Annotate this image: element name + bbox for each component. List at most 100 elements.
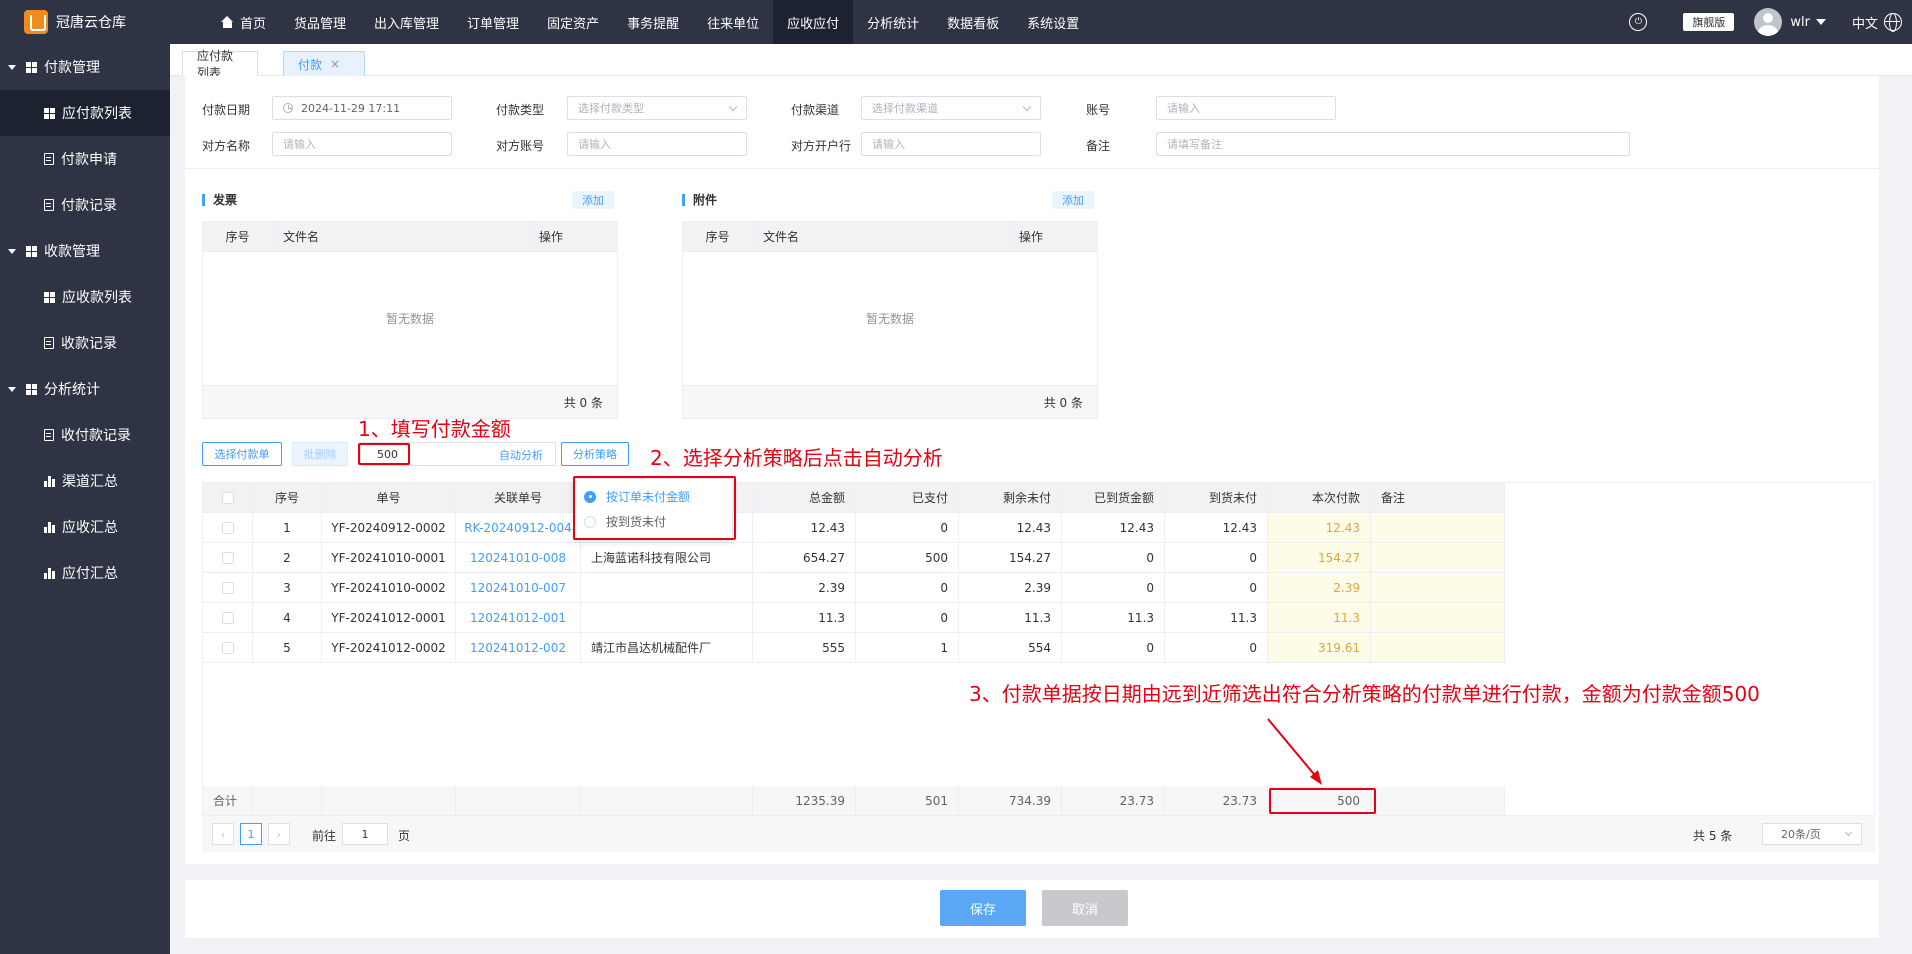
nav-inout[interactable]: 出入库管理 <box>360 0 453 44</box>
grid-icon <box>26 383 37 395</box>
sidebar-item-payable-summary[interactable]: 应付汇总 <box>0 550 170 596</box>
sidebar-group-analysis[interactable]: 分析统计 <box>0 366 170 412</box>
account-input[interactable]: 请输入 <box>1156 96 1336 120</box>
sidebar-item-payment-request[interactable]: 付款申请 <box>0 136 170 182</box>
invoice-empty: 暂无数据 <box>203 252 617 386</box>
nav-reminders[interactable]: 事务提醒 <box>613 0 693 44</box>
cp-bank-input[interactable]: 请输入 <box>861 132 1041 156</box>
sidebar-item-payment-records[interactable]: 付款记录 <box>0 182 170 228</box>
chevron-down-icon <box>1844 828 1853 837</box>
row-checkbox[interactable] <box>221 581 234 594</box>
row-checkbox[interactable] <box>221 641 234 654</box>
clock-icon <box>283 103 293 113</box>
app-logo[interactable]: 冠唐云仓库 <box>0 0 170 44</box>
cp-account-input[interactable]: 请输入 <box>567 132 747 156</box>
related-order-link[interactable]: 120241010-007 <box>456 573 581 603</box>
remark-cell[interactable] <box>1371 633 1505 663</box>
related-order-link[interactable]: 120241010-008 <box>456 543 581 573</box>
pay-date-input[interactable]: 2024-11-29 17:11 <box>272 96 452 120</box>
bar-chart-icon <box>44 521 55 533</box>
nav-receivable-payable[interactable]: 应收应付 <box>773 0 854 44</box>
sidebar-group-receipt[interactable]: 收款管理 <box>0 228 170 274</box>
row-checkbox[interactable] <box>221 521 234 534</box>
user-name[interactable]: wlr <box>1790 15 1810 30</box>
table-row[interactable]: 4 YF-20241012-0001 120241012-001 11.3 0 … <box>203 603 1505 633</box>
table-row[interactable]: 2 YF-20241010-0001 120241010-008 上海蓝诺科技有… <box>203 543 1505 573</box>
tab-payment[interactable]: 付款 × <box>283 51 365 76</box>
invoice-title: 发票 <box>202 194 237 206</box>
goto-page-input[interactable]: 1 <box>342 823 388 845</box>
this-payment-cell[interactable]: 2.39 <box>1268 573 1371 603</box>
table-row[interactable]: 5 YF-20241012-0002 120241012-002 靖江市昌达机械… <box>203 633 1505 663</box>
remark-cell[interactable] <box>1371 603 1505 633</box>
attachment-total: 共 0 条 <box>683 386 1097 418</box>
annotation-box-strategy <box>573 476 736 540</box>
prev-page-button[interactable]: ‹ <box>212 823 234 845</box>
cp-bank-label: 对方开户行 <box>791 139 852 153</box>
related-order-link[interactable]: 120241012-002 <box>456 633 581 663</box>
this-payment-cell[interactable]: 11.3 <box>1268 603 1371 633</box>
nav-goods[interactable]: 货品管理 <box>280 0 360 44</box>
avatar[interactable] <box>1754 8 1783 36</box>
pay-type-select[interactable]: 选择付款类型 <box>567 96 747 120</box>
remark-cell[interactable] <box>1371 513 1505 543</box>
attachment-table: 序号 文件名 操作 暂无数据 共 0 条 <box>682 221 1098 419</box>
pay-channel-select[interactable]: 选择付款渠道 <box>861 96 1041 120</box>
grid-icon <box>26 245 37 257</box>
next-page-button[interactable]: › <box>268 823 290 845</box>
remark-cell[interactable] <box>1371 573 1505 603</box>
nav-analysis[interactable]: 分析统计 <box>853 0 933 44</box>
tab-payable-list[interactable]: 应付款列表 <box>182 49 258 80</box>
nav-assets[interactable]: 固定资产 <box>533 0 613 44</box>
chevron-down-icon <box>1022 102 1032 112</box>
caret-down-icon <box>8 386 16 392</box>
sidebar-group-payment[interactable]: 付款管理 <box>0 44 170 90</box>
top-bar: 冠唐云仓库 首页 货品管理 出入库管理 订单管理 固定资产 事务提醒 往来单位 … <box>0 0 1912 44</box>
sidebar-item-receipt-records[interactable]: 收款记录 <box>0 320 170 366</box>
sidebar-item-receivable-list[interactable]: 应收款列表 <box>0 274 170 320</box>
this-payment-cell[interactable]: 12.43 <box>1268 513 1371 543</box>
language-switch[interactable]: 中文 <box>1852 13 1878 32</box>
table-row[interactable]: 1 YF-20240912-0002 RK-20240912-004 12.43… <box>203 513 1505 543</box>
attachment-add-button[interactable]: 添加 <box>1052 191 1094 209</box>
save-button[interactable]: 保存 <box>940 890 1026 926</box>
invoice-add-button[interactable]: 添加 <box>572 191 614 209</box>
nav-settings[interactable]: 系统设置 <box>1013 0 1093 44</box>
sidebar-item-payable-list[interactable]: 应付款列表 <box>0 90 170 136</box>
power-icon[interactable]: ⏻ <box>1629 13 1648 31</box>
counterparty-input[interactable]: 请输入 <box>272 132 452 156</box>
select-all-checkbox[interactable] <box>221 491 234 504</box>
page-1-button[interactable]: 1 <box>240 823 262 845</box>
this-payment-cell[interactable]: 154.27 <box>1268 543 1371 573</box>
remark-input[interactable]: 请填写备注 <box>1156 132 1630 156</box>
nav-partners[interactable]: 往来单位 <box>693 0 773 44</box>
grid-icon <box>44 107 55 119</box>
nav-orders[interactable]: 订单管理 <box>453 0 533 44</box>
chevron-down-icon[interactable] <box>1815 19 1826 25</box>
annotation-arrow <box>1267 718 1322 785</box>
auto-analyze-link[interactable]: 自动分析 <box>499 447 543 463</box>
nav-home[interactable]: 首页 <box>207 0 280 44</box>
related-order-link[interactable]: 120241012-001 <box>456 603 581 633</box>
sidebar-item-receivable-summary[interactable]: 应收汇总 <box>0 504 170 550</box>
row-checkbox[interactable] <box>221 611 234 624</box>
related-order-link[interactable]: RK-20240912-004 <box>456 513 581 543</box>
annotation-box-amount <box>358 443 410 465</box>
select-payment-order-button[interactable]: 选择付款单 <box>202 442 282 466</box>
row-checkbox[interactable] <box>221 551 234 564</box>
close-icon[interactable]: × <box>330 57 340 71</box>
remark-cell[interactable] <box>1371 543 1505 573</box>
this-payment-cell[interactable]: 319.61 <box>1268 633 1371 663</box>
globe-icon[interactable] <box>1884 13 1902 32</box>
sidebar-item-channel-summary[interactable]: 渠道汇总 <box>0 458 170 504</box>
analysis-strategy-button[interactable]: 分析策略 <box>561 442 629 466</box>
page-size-select[interactable]: 20条/页 <box>1762 823 1862 845</box>
nav-dashboard[interactable]: 数据看板 <box>933 0 1013 44</box>
cancel-button[interactable]: 取消 <box>1042 890 1128 926</box>
goto-prefix: 前往 <box>312 829 337 843</box>
batch-delete-button[interactable]: 批删除 <box>292 442 348 466</box>
payment-form-panel: 付款日期 2024-11-29 17:11 付款类型 选择付款类型 付款渠道 选… <box>185 76 1879 864</box>
table-row[interactable]: 3 YF-20241010-0002 120241010-007 2.39 0 … <box>203 573 1505 603</box>
tab-bar: 应付款列表 付款 × <box>170 44 1912 80</box>
sidebar-item-inout-records[interactable]: 收付款记录 <box>0 412 170 458</box>
